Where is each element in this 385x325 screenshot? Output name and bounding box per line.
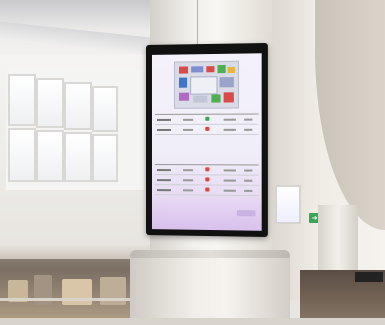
map-zone-red [223, 92, 234, 103]
row-value [183, 169, 194, 172]
row-label [156, 128, 171, 131]
window-pane [64, 132, 92, 182]
row-label [156, 179, 171, 182]
row-value [223, 179, 236, 182]
row-value [183, 179, 194, 182]
map-zone-blue [179, 77, 188, 88]
footer-logo [236, 210, 256, 217]
row-value [244, 189, 253, 192]
table-row[interactable] [154, 185, 259, 197]
mall-atrium-scene: ➜ [0, 0, 385, 325]
window-pane [8, 128, 36, 182]
map-zone [191, 66, 204, 73]
status-red-icon [205, 187, 210, 192]
window-pane [36, 130, 64, 182]
row-label [156, 169, 171, 172]
row-label [156, 118, 171, 121]
store-sign [355, 272, 383, 282]
info-section-upper [154, 112, 259, 135]
hanging-cable [197, 0, 198, 47]
map-zone [219, 77, 234, 88]
floor [0, 318, 385, 325]
row-value [223, 128, 236, 131]
table-row[interactable] [154, 124, 259, 135]
shop-ceiling [0, 245, 150, 259]
window-pane [8, 74, 36, 126]
status-red-icon [205, 177, 210, 182]
status-green-icon [205, 116, 210, 121]
column-base [130, 250, 290, 325]
map-zone [193, 95, 208, 103]
row-value [183, 189, 194, 192]
signage-screen[interactable] [151, 53, 262, 231]
signage-title [152, 53, 262, 55]
digital-signage-display[interactable] [146, 42, 268, 238]
row-value [244, 179, 253, 182]
right-window [275, 185, 301, 224]
window-pane [64, 82, 92, 130]
row-value [183, 118, 194, 121]
map-zone-red [206, 66, 215, 73]
balcony-rail [0, 298, 150, 301]
row-value [244, 118, 253, 121]
map-zone-red [179, 66, 189, 74]
table-row[interactable] [154, 114, 259, 125]
row-value [223, 169, 236, 172]
table-row[interactable] [154, 165, 259, 176]
row-label [156, 189, 171, 192]
floor-map[interactable] [173, 60, 239, 109]
status-red-icon [205, 126, 210, 131]
map-zone [179, 92, 190, 101]
shop-display [62, 279, 92, 305]
row-value [223, 189, 236, 192]
status-red-icon [205, 167, 210, 172]
window-pane [92, 86, 118, 132]
map-zone-green [217, 64, 226, 74]
column-base-ring [130, 250, 290, 258]
row-value [223, 118, 236, 121]
skylight-window [6, 70, 144, 190]
map-atrium [190, 76, 218, 95]
row-value [183, 128, 194, 131]
row-value [244, 128, 253, 131]
window-pane [36, 78, 64, 128]
info-section-lower [154, 163, 259, 197]
map-zone-yellow [227, 66, 235, 74]
map-zone-green [211, 94, 221, 103]
window-pane [92, 134, 118, 182]
row-value [244, 169, 253, 172]
